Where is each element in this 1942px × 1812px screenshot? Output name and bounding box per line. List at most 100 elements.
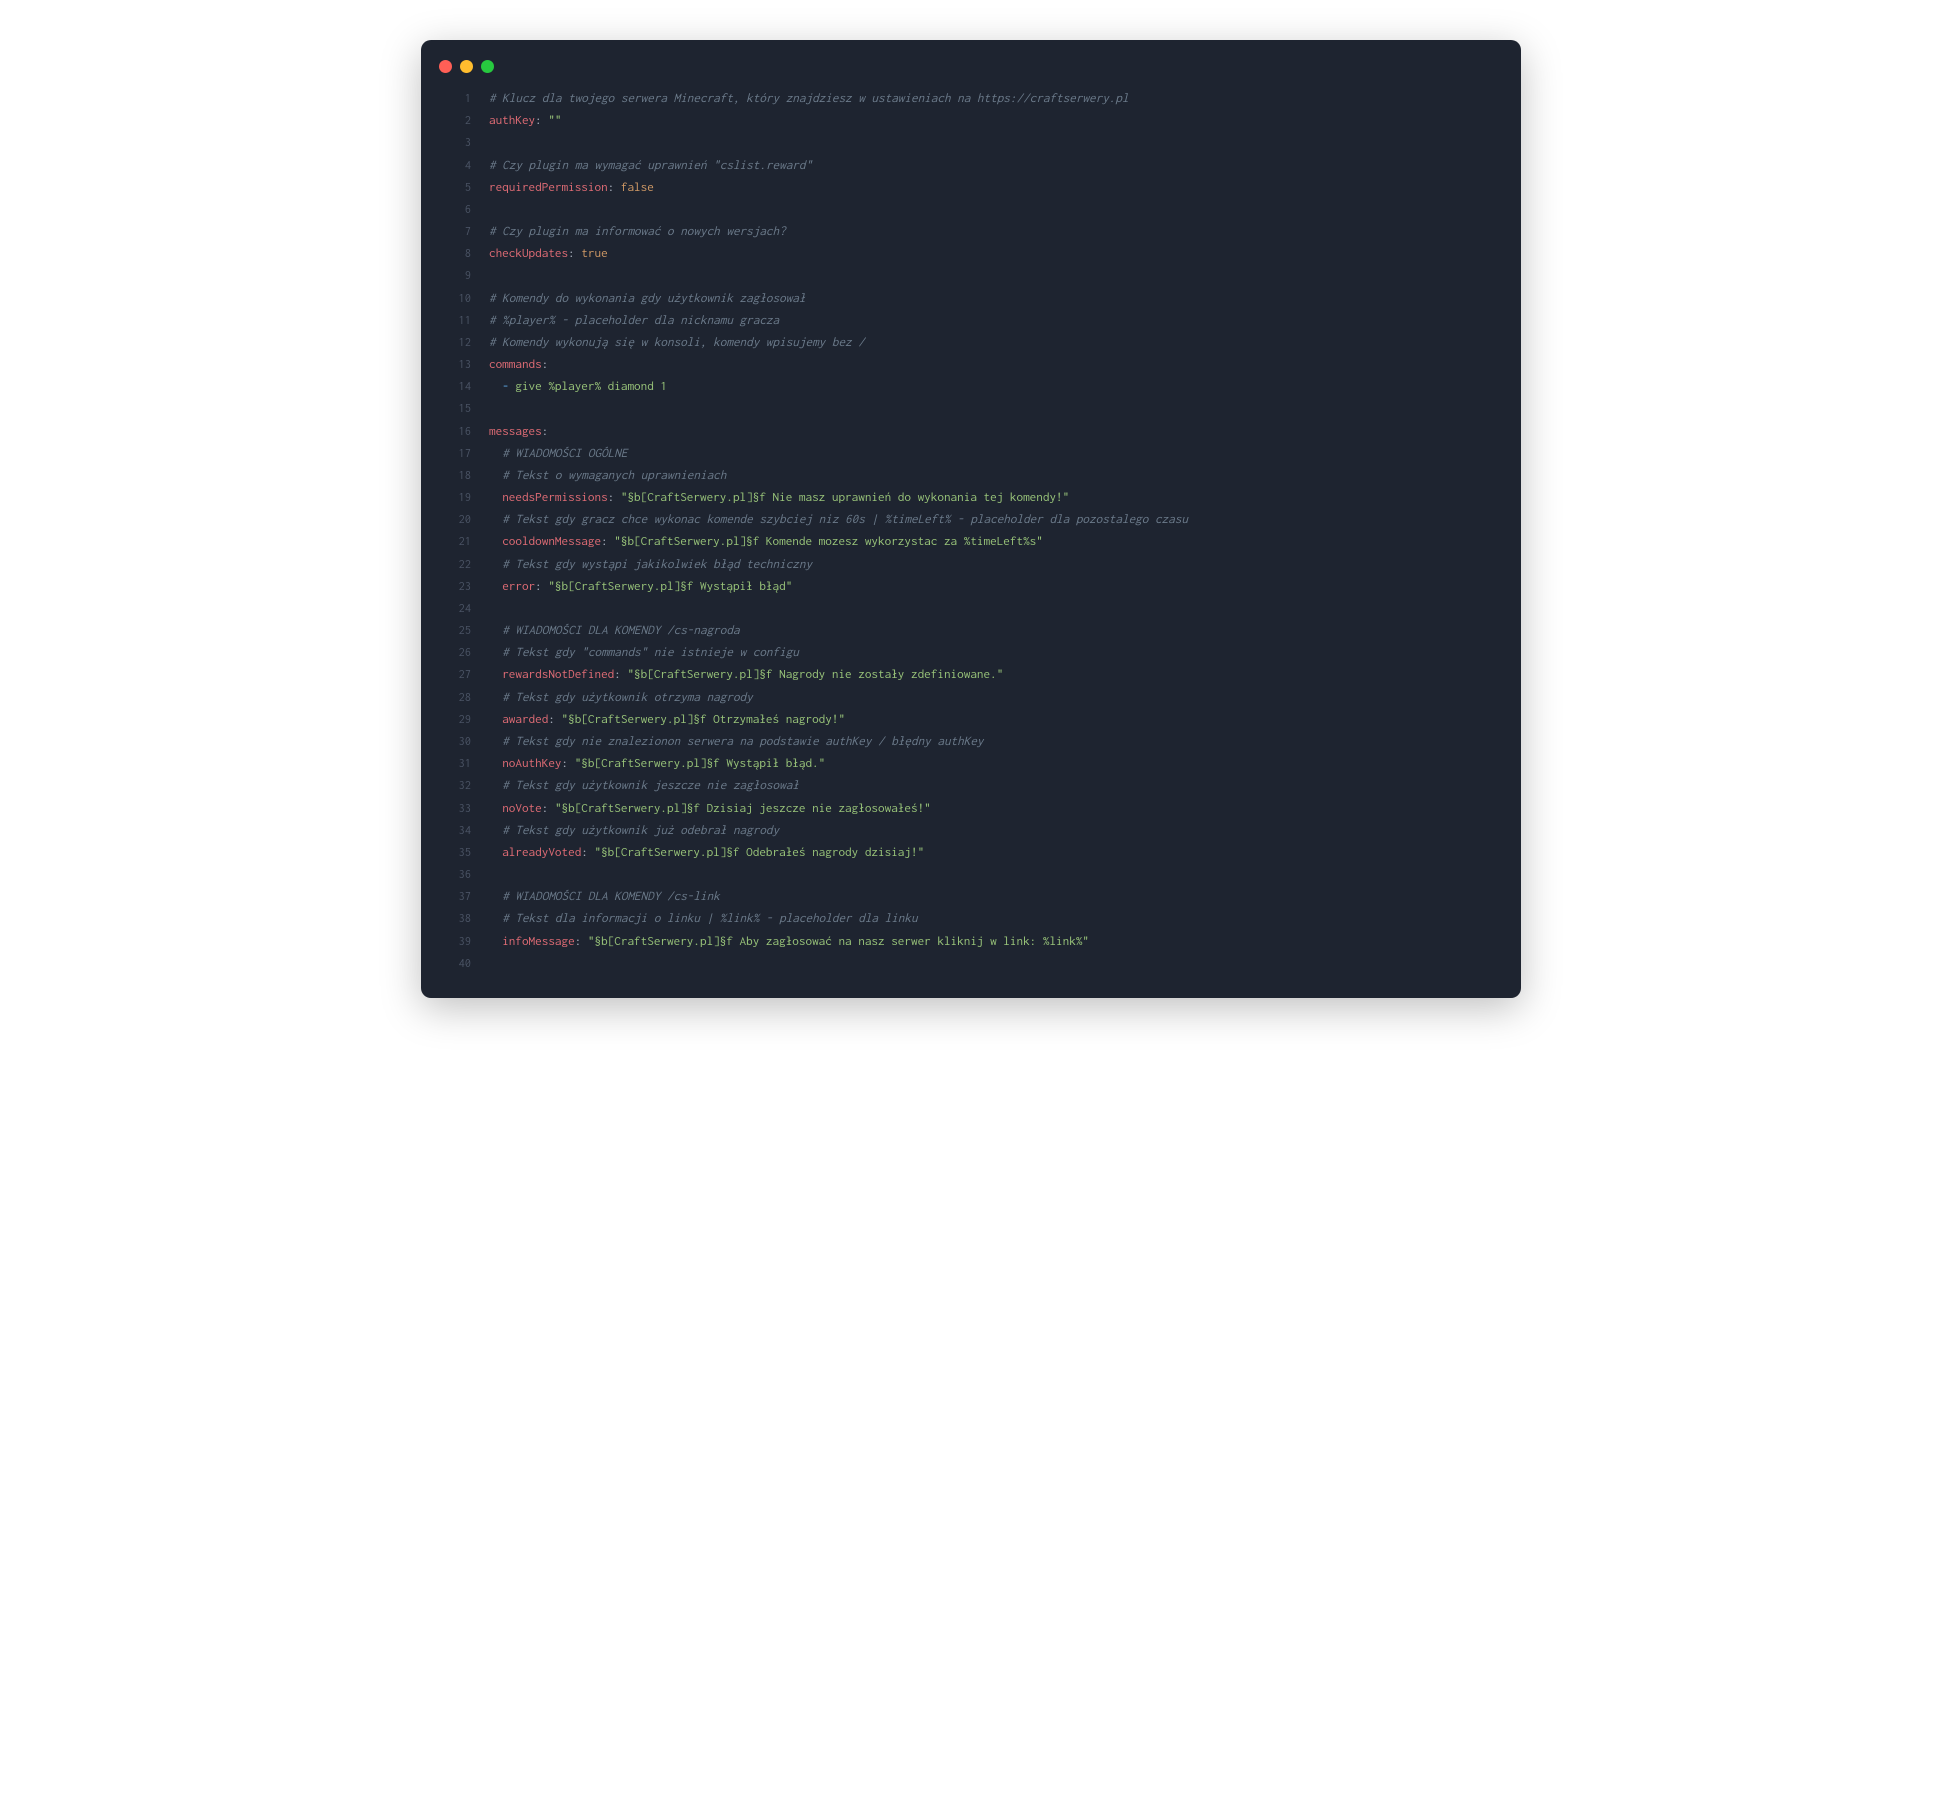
token-comment: # WIADOMOŚCI DLA KOMENDY /cs-nagroda	[502, 623, 739, 637]
line-source[interactable]: # Klucz dla twojego serwera Minecraft, k…	[471, 87, 1129, 109]
code-line[interactable]: 30 # Tekst gdy nie znalezionon serwera n…	[443, 730, 1499, 752]
code-line[interactable]: 38 # Tekst dla informacji o linku | %lin…	[443, 907, 1499, 929]
line-source[interactable]: # Tekst gdy wystąpi jakikolwiek błąd tec…	[471, 553, 812, 575]
line-source[interactable]: checkUpdates: true	[471, 242, 608, 264]
code-line[interactable]: 31 noAuthKey: "§b[CraftSerwery.pl]§f Wys…	[443, 752, 1499, 774]
code-line[interactable]: 29 awarded: "§b[CraftSerwery.pl]§f Otrzy…	[443, 708, 1499, 730]
code-line[interactable]: 23 error: "§b[CraftSerwery.pl]§f Wystąpi…	[443, 575, 1499, 597]
line-source[interactable]: # %player% - placeholder dla nicknamu gr…	[471, 309, 779, 331]
line-source[interactable]: # Tekst gdy użytkownik jeszcze nie zagło…	[471, 774, 799, 796]
line-source[interactable]	[471, 397, 496, 419]
line-source[interactable]: awarded: "§b[CraftSerwery.pl]§f Otrzymał…	[471, 708, 845, 730]
code-line[interactable]: 25 # WIADOMOŚCI DLA KOMENDY /cs-nagroda	[443, 619, 1499, 641]
code-line[interactable]: 32 # Tekst gdy użytkownik jeszcze nie za…	[443, 774, 1499, 796]
code-line[interactable]: 19 needsPermissions: "§b[CraftSerwery.pl…	[443, 486, 1499, 508]
line-source[interactable]: # Czy plugin ma informować o nowych wers…	[471, 220, 786, 242]
code-line[interactable]: 9	[443, 264, 1499, 286]
token-comment: # Czy plugin ma wymagać uprawnień "cslis…	[489, 158, 812, 172]
code-line[interactable]: 40	[443, 952, 1499, 974]
line-source[interactable]: # Tekst o wymaganych uprawnieniach	[471, 464, 726, 486]
code-line[interactable]: 18 # Tekst o wymaganych uprawnieniach	[443, 464, 1499, 486]
code-line[interactable]: 12# Komendy wykonują się w konsoli, kome…	[443, 331, 1499, 353]
token-key: noVote	[502, 801, 542, 815]
code-line[interactable]: 35 alreadyVoted: "§b[CraftSerwery.pl]§f …	[443, 841, 1499, 863]
token-string: "§b[CraftSerwery.pl]§f Otrzymałeś nagrod…	[562, 712, 846, 726]
line-source[interactable]: infoMessage: "§b[CraftSerwery.pl]§f Aby …	[471, 930, 1089, 952]
line-source[interactable]: # Tekst gdy użytkownik już odebrał nagro…	[471, 819, 779, 841]
line-source[interactable]: authKey: ""	[471, 109, 562, 131]
line-source[interactable]	[471, 952, 496, 974]
code-line[interactable]: 3	[443, 131, 1499, 153]
line-source[interactable]: needsPermissions: "§b[CraftSerwery.pl]§f…	[471, 486, 1069, 508]
token-string: "§b[CraftSerwery.pl]§f Komende mozesz wy…	[614, 534, 1043, 548]
code-editor[interactable]: 1# Klucz dla twojego serwera Minecraft, …	[421, 87, 1521, 974]
line-source[interactable]: # Komendy wykonują się w konsoli, komend…	[471, 331, 865, 353]
code-line[interactable]: 22 # Tekst gdy wystąpi jakikolwiek błąd …	[443, 553, 1499, 575]
line-source[interactable]: # Tekst gdy nie znalezionon serwera na p…	[471, 730, 984, 752]
token-key: requiredPermission	[489, 180, 608, 194]
line-source[interactable]: - give %player% diamond 1	[471, 375, 667, 397]
code-line[interactable]: 16messages:	[443, 420, 1499, 442]
token-punc: :	[535, 113, 542, 127]
line-source[interactable]: # Tekst gdy "commands" nie istnieje w co…	[471, 641, 799, 663]
code-line[interactable]: 33 noVote: "§b[CraftSerwery.pl]§f Dzisia…	[443, 797, 1499, 819]
window-maximize-button[interactable]	[481, 60, 494, 73]
line-source[interactable]	[471, 198, 496, 220]
token-plain	[555, 712, 562, 726]
line-source[interactable]: noAuthKey: "§b[CraftSerwery.pl]§f Wystąp…	[471, 752, 825, 774]
line-source[interactable]: commands:	[471, 353, 548, 375]
token-punc: :	[535, 579, 542, 593]
line-number: 11	[443, 310, 471, 331]
line-source[interactable]: # Tekst gdy użytkownik otrzyma nagrody	[471, 686, 753, 708]
line-source[interactable]: cooldownMessage: "§b[CraftSerwery.pl]§f …	[471, 530, 1043, 552]
line-number: 22	[443, 554, 471, 575]
line-source[interactable]: requiredPermission: false	[471, 176, 654, 198]
code-line[interactable]: 2authKey: ""	[443, 109, 1499, 131]
code-line[interactable]: 4# Czy plugin ma wymagać uprawnień "csli…	[443, 154, 1499, 176]
line-source[interactable]: # Komendy do wykonania gdy użytkownik za…	[471, 287, 806, 309]
line-source[interactable]	[471, 863, 496, 885]
line-number: 32	[443, 775, 471, 796]
code-line[interactable]: 10# Komendy do wykonania gdy użytkownik …	[443, 287, 1499, 309]
code-line[interactable]: 7# Czy plugin ma informować o nowych wer…	[443, 220, 1499, 242]
line-source[interactable]: noVote: "§b[CraftSerwery.pl]§f Dzisiaj j…	[471, 797, 931, 819]
line-source[interactable]: error: "§b[CraftSerwery.pl]§f Wystąpił b…	[471, 575, 792, 597]
token-comment: # Tekst gdy nie znalezionon serwera na p…	[502, 734, 983, 748]
line-source[interactable]: # WIADOMOŚCI OGÓLNE	[471, 442, 627, 464]
window-minimize-button[interactable]	[460, 60, 473, 73]
code-line[interactable]: 11# %player% - placeholder dla nicknamu …	[443, 309, 1499, 331]
code-line[interactable]: 8checkUpdates: true	[443, 242, 1499, 264]
line-source[interactable]: rewardsNotDefined: "§b[CraftSerwery.pl]§…	[471, 663, 1003, 685]
window-close-button[interactable]	[439, 60, 452, 73]
line-number: 31	[443, 753, 471, 774]
line-source[interactable]: messages:	[471, 420, 548, 442]
code-line[interactable]: 26 # Tekst gdy "commands" nie istnieje w…	[443, 641, 1499, 663]
code-line[interactable]: 1# Klucz dla twojego serwera Minecraft, …	[443, 87, 1499, 109]
code-line[interactable]: 14 - give %player% diamond 1	[443, 375, 1499, 397]
line-source[interactable]: # Tekst dla informacji o linku | %link% …	[471, 907, 918, 929]
code-line[interactable]: 24	[443, 597, 1499, 619]
code-line[interactable]: 39 infoMessage: "§b[CraftSerwery.pl]§f A…	[443, 930, 1499, 952]
code-line[interactable]: 34 # Tekst gdy użytkownik już odebrał na…	[443, 819, 1499, 841]
editor-window: 1# Klucz dla twojego serwera Minecraft, …	[421, 40, 1521, 998]
line-source[interactable]: # Tekst gdy gracz chce wykonac komende s…	[471, 508, 1188, 530]
line-number: 39	[443, 931, 471, 952]
line-source[interactable]	[471, 264, 496, 286]
code-line[interactable]: 5requiredPermission: false	[443, 176, 1499, 198]
code-line[interactable]: 37 # WIADOMOŚCI DLA KOMENDY /cs-link	[443, 885, 1499, 907]
code-line[interactable]: 20 # Tekst gdy gracz chce wykonac komend…	[443, 508, 1499, 530]
code-line[interactable]: 28 # Tekst gdy użytkownik otrzyma nagrod…	[443, 686, 1499, 708]
code-line[interactable]: 17 # WIADOMOŚCI OGÓLNE	[443, 442, 1499, 464]
line-source[interactable]: # Czy plugin ma wymagać uprawnień "cslis…	[471, 154, 812, 176]
line-source[interactable]	[471, 597, 496, 619]
code-line[interactable]: 13commands:	[443, 353, 1499, 375]
line-source[interactable]: # WIADOMOŚCI DLA KOMENDY /cs-nagroda	[471, 619, 740, 641]
code-line[interactable]: 36	[443, 863, 1499, 885]
code-line[interactable]: 15	[443, 397, 1499, 419]
line-source[interactable]	[471, 131, 496, 153]
line-source[interactable]: # WIADOMOŚCI DLA KOMENDY /cs-link	[471, 885, 720, 907]
code-line[interactable]: 6	[443, 198, 1499, 220]
code-line[interactable]: 21 cooldownMessage: "§b[CraftSerwery.pl]…	[443, 530, 1499, 552]
line-source[interactable]: alreadyVoted: "§b[CraftSerwery.pl]§f Ode…	[471, 841, 924, 863]
code-line[interactable]: 27 rewardsNotDefined: "§b[CraftSerwery.p…	[443, 663, 1499, 685]
